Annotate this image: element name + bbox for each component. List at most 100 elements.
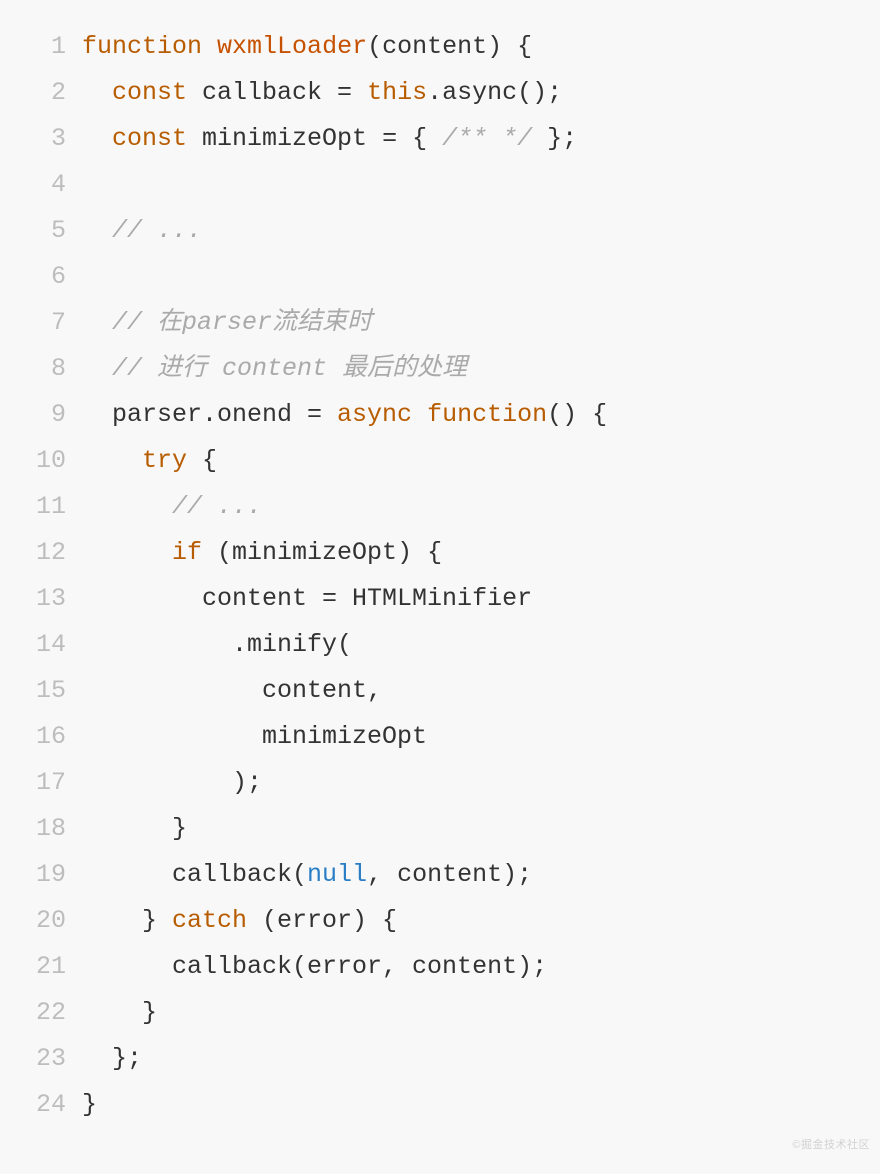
code-line: 11 // ...	[14, 484, 866, 530]
token: catch	[172, 906, 247, 935]
token: );	[82, 768, 262, 797]
token: }	[82, 1090, 97, 1119]
token: function	[82, 32, 202, 61]
line-number: 6	[14, 254, 82, 300]
token: this	[367, 78, 427, 107]
token: .minify(	[82, 630, 352, 659]
token: content,	[82, 676, 382, 705]
token: async	[337, 400, 412, 429]
token	[82, 446, 142, 475]
code-content	[82, 162, 866, 208]
code-content: };	[82, 1036, 866, 1082]
token	[82, 216, 112, 245]
code-line: 3 const minimizeOpt = { /** */ };	[14, 116, 866, 162]
code-content: const minimizeOpt = { /** */ };	[82, 116, 866, 162]
token: // 在parser流结束时	[112, 308, 372, 337]
line-number: 13	[14, 576, 82, 622]
code-content: try {	[82, 438, 866, 484]
line-number: 23	[14, 1036, 82, 1082]
line-number: 8	[14, 346, 82, 392]
token	[82, 308, 112, 337]
code-content: content = HTMLMinifier	[82, 576, 866, 622]
line-number: 10	[14, 438, 82, 484]
line-number: 22	[14, 990, 82, 1036]
token	[202, 32, 217, 61]
code-lines: 1function wxmlLoader(content) {2 const c…	[14, 24, 866, 1128]
code-line: 18 }	[14, 806, 866, 852]
line-number: 5	[14, 208, 82, 254]
line-number: 4	[14, 162, 82, 208]
token: .async();	[427, 78, 562, 107]
token	[82, 78, 112, 107]
token: callback(	[82, 860, 307, 889]
line-number: 12	[14, 530, 82, 576]
code-line: 15 content,	[14, 668, 866, 714]
line-number: 21	[14, 944, 82, 990]
code-line: 1function wxmlLoader(content) {	[14, 24, 866, 70]
code-line: 10 try {	[14, 438, 866, 484]
line-number: 18	[14, 806, 82, 852]
token: callback =	[187, 78, 367, 107]
code-line: 22 }	[14, 990, 866, 1036]
token: // ...	[172, 492, 262, 521]
token: };	[532, 124, 577, 153]
line-number: 20	[14, 898, 82, 944]
token: };	[82, 1044, 142, 1073]
code-line: 16 minimizeOpt	[14, 714, 866, 760]
token	[412, 400, 427, 429]
code-content: if (minimizeOpt) {	[82, 530, 866, 576]
code-line: 8 // 进行 content 最后的处理	[14, 346, 866, 392]
code-line: 23 };	[14, 1036, 866, 1082]
line-number: 2	[14, 70, 82, 116]
code-content: parser.onend = async function() {	[82, 392, 866, 438]
token: (minimizeOpt) {	[202, 538, 442, 567]
line-number: 11	[14, 484, 82, 530]
code-line: 5 // ...	[14, 208, 866, 254]
code-content: content,	[82, 668, 866, 714]
token: }	[82, 906, 172, 935]
code-content: // ...	[82, 484, 866, 530]
code-line: 4	[14, 162, 866, 208]
token: }	[82, 814, 187, 843]
code-content: }	[82, 806, 866, 852]
token: if	[172, 538, 202, 567]
token: minimizeOpt	[82, 722, 427, 751]
token: (content) {	[367, 32, 532, 61]
watermark: ©掘金技术社区	[792, 1122, 870, 1168]
code-content	[82, 254, 866, 300]
code-content: } catch (error) {	[82, 898, 866, 944]
token: null	[307, 860, 367, 889]
code-line: 2 const callback = this.async();	[14, 70, 866, 116]
code-content: const callback = this.async();	[82, 70, 866, 116]
token	[82, 492, 172, 521]
code-line: 14 .minify(	[14, 622, 866, 668]
token	[82, 124, 112, 153]
code-content: callback(null, content);	[82, 852, 866, 898]
code-content: callback(error, content);	[82, 944, 866, 990]
line-number: 17	[14, 760, 82, 806]
code-line: 9 parser.onend = async function() {	[14, 392, 866, 438]
token: minimizeOpt = {	[187, 124, 442, 153]
token: const	[112, 124, 187, 153]
code-line: 19 callback(null, content);	[14, 852, 866, 898]
line-number: 16	[14, 714, 82, 760]
line-number: 19	[14, 852, 82, 898]
token: content = HTMLMinifier	[82, 584, 532, 613]
code-line: 17 );	[14, 760, 866, 806]
token: // 进行 content 最后的处理	[112, 354, 467, 383]
code-content: minimizeOpt	[82, 714, 866, 760]
line-number: 24	[14, 1082, 82, 1128]
token: callback(error, content);	[82, 952, 547, 981]
token: const	[112, 78, 187, 107]
token: parser.onend =	[82, 400, 337, 429]
token: // ...	[112, 216, 202, 245]
line-number: 15	[14, 668, 82, 714]
line-number: 14	[14, 622, 82, 668]
code-line: 21 callback(error, content);	[14, 944, 866, 990]
code-content: .minify(	[82, 622, 866, 668]
line-number: 3	[14, 116, 82, 162]
code-block: 1function wxmlLoader(content) {2 const c…	[0, 0, 880, 1174]
token: /** */	[442, 124, 532, 153]
token: try	[142, 446, 187, 475]
code-content: function wxmlLoader(content) {	[82, 24, 866, 70]
